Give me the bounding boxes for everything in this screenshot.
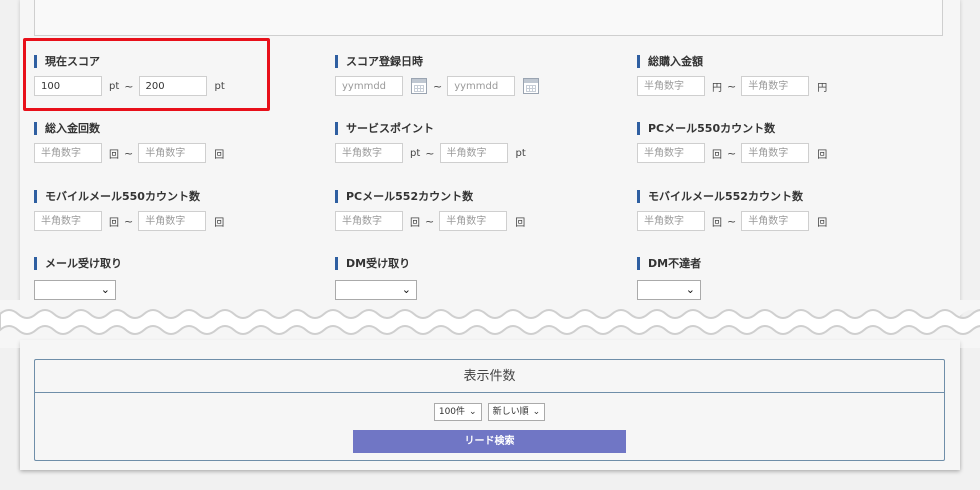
unit-text: 回 [817, 217, 828, 229]
unit-text: pt [410, 147, 421, 159]
lead-search-button[interactable]: リード検索 [353, 430, 626, 453]
field-label: PCメール550カウント数 [637, 122, 775, 135]
range-separator: ~ [124, 214, 134, 228]
range-separator: ~ [425, 146, 435, 160]
unit-text: 回 [410, 217, 420, 229]
field-label: スコア登録日時 [335, 55, 423, 68]
unit-text: 回 [214, 149, 225, 161]
range-separator: ~ [727, 214, 737, 228]
unit-text: 回 [712, 217, 722, 229]
top-container [34, 0, 943, 36]
pc-mail-550-to-input[interactable] [741, 143, 810, 163]
chevron-down-icon: ⌄ [532, 407, 541, 417]
range-separator: ~ [425, 214, 435, 228]
service-points-from-input[interactable] [335, 143, 403, 163]
range-separator: ~ [433, 79, 443, 93]
unit-text: 回 [515, 217, 526, 229]
mobile-mail-550-from-input[interactable] [34, 211, 102, 231]
field-label: DM受け取り [335, 257, 410, 270]
range-separator: ~ [124, 146, 134, 160]
score-date-from-input[interactable] [335, 76, 403, 96]
field-label: モバイルメール552カウント数 [637, 190, 803, 203]
chevron-down-icon: ⌄ [685, 283, 695, 296]
pc-mail-552-from-input[interactable] [335, 211, 403, 231]
mobile-mail-552-from-input[interactable] [637, 211, 705, 231]
total-amount-to-input[interactable] [741, 76, 810, 96]
sort-select[interactable]: 新しい順 ⌄ [487, 403, 546, 421]
display-controls: 100件 ⌄ 新しい順 ⌄ [35, 403, 944, 421]
total-amount-from-input[interactable] [637, 76, 705, 96]
pc-mail-550-from-input[interactable] [637, 143, 705, 163]
sort-select-value: 新しい順 [492, 407, 529, 417]
field-label: メール受け取り [34, 257, 122, 270]
field-label: 総入金回数 [34, 122, 100, 135]
field-label: PCメール552カウント数 [335, 190, 473, 203]
unit-text: 回 [109, 149, 119, 161]
display-count-title: 表示件数 [35, 360, 944, 393]
chevron-down-icon: ⌄ [469, 407, 477, 417]
field-label: サービスポイント [335, 122, 434, 135]
unit-text: 回 [712, 149, 722, 161]
chevron-down-icon: ⌄ [401, 283, 411, 296]
count-select[interactable]: 100件 ⌄ [433, 403, 482, 421]
deposit-count-from-input[interactable] [34, 143, 102, 163]
score-date-to-input[interactable] [447, 76, 516, 96]
unit-text: 円 [712, 82, 722, 94]
unit-text: pt [515, 147, 526, 159]
highlight-box [23, 38, 270, 111]
unit-text: 円 [817, 82, 828, 94]
mail-receive-select[interactable]: ⌄ [34, 280, 116, 300]
calendar-icon[interactable] [411, 78, 427, 94]
range-separator: ~ [727, 79, 737, 93]
calendar-icon[interactable] [523, 78, 540, 94]
dm-undelivered-select[interactable]: ⌄ [637, 280, 701, 300]
pc-mail-552-to-input[interactable] [439, 211, 508, 231]
dm-receive-select[interactable]: ⌄ [335, 280, 417, 300]
chevron-down-icon: ⌄ [100, 283, 110, 296]
mobile-mail-552-to-input[interactable] [741, 211, 810, 231]
unit-text: 回 [817, 149, 828, 161]
field-label: 総購入金額 [637, 55, 703, 68]
service-points-to-input[interactable] [439, 143, 508, 163]
field-label: モバイルメール550カウント数 [34, 190, 200, 203]
unit-text: 回 [214, 217, 225, 229]
unit-text: 回 [109, 217, 119, 229]
display-count-box: 表示件数 100件 ⌄ 新しい順 ⌄ リード検索 [34, 359, 945, 461]
count-select-value: 100件 [438, 407, 466, 417]
range-separator: ~ [727, 146, 737, 160]
deposit-count-to-input[interactable] [138, 143, 207, 163]
field-label: DM不達者 [637, 257, 701, 270]
mobile-mail-550-to-input[interactable] [138, 211, 207, 231]
